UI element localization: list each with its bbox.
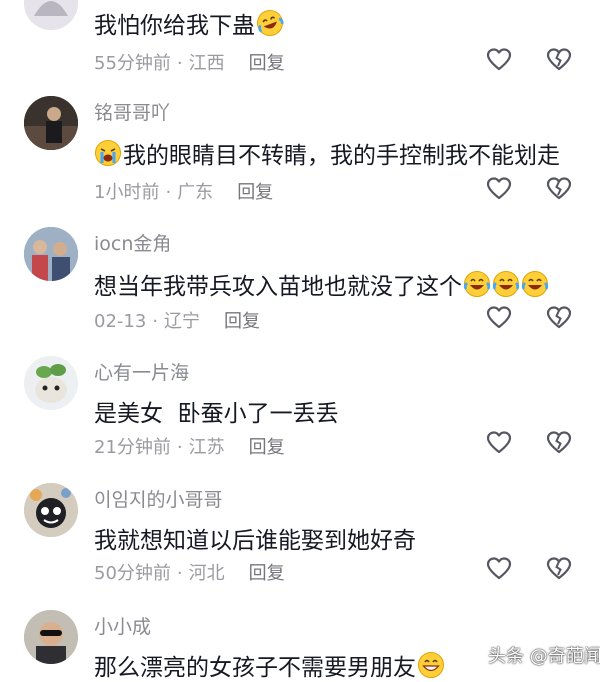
comment-text: 我怕你给我下蛊 — [94, 6, 284, 40]
reply-button[interactable]: 回复 — [224, 311, 260, 332]
comment-time: 1小时前 — [94, 182, 160, 203]
grinning-emoji-icon — [418, 652, 444, 678]
broken-heart-icon[interactable] — [546, 176, 572, 202]
laughing-crying-emoji-icon — [521, 271, 549, 297]
avatar[interactable] — [24, 483, 78, 537]
avatar[interactable] — [24, 0, 78, 30]
comment-item: 이임지的小哥哥 我就想知道以后谁能娶到她好奇 50分钟前 · 河北 回复 — [0, 483, 600, 603]
comment-time: 55分钟前 — [94, 53, 171, 74]
comment-meta: 02-13 · 辽宁 回复 — [94, 307, 260, 333]
separator-dot: · — [176, 563, 183, 584]
comment-meta: 21分钟前 · 江苏 回复 — [94, 433, 285, 459]
comment-text: 是美女 卧蚕小了一丢丢 — [94, 394, 339, 428]
heart-outline-icon[interactable] — [486, 430, 512, 456]
comment-location: 河北 — [188, 563, 225, 584]
comment-location: 江苏 — [188, 437, 225, 458]
comment-time: 02-13 — [94, 311, 147, 332]
avatar[interactable] — [24, 227, 78, 281]
avatar[interactable] — [24, 356, 78, 410]
comment-item: 铭哥哥吖 我的眼睛目不转睛，我的手控制我不能划走 1小时前 · 广东 回复 — [0, 96, 600, 216]
comment-text: 那么漂亮的女孩子不需要男朋友 — [94, 648, 445, 682]
comment-location: 广东 — [177, 182, 214, 203]
avatar[interactable] — [24, 610, 78, 664]
laughing-crying-emoji-icon — [492, 271, 520, 297]
heart-outline-icon[interactable] — [486, 176, 512, 202]
comment-time: 50分钟前 — [94, 563, 171, 584]
separator-dot: · — [176, 53, 183, 74]
separator-dot: · — [152, 311, 159, 332]
broken-heart-icon[interactable] — [546, 305, 572, 331]
heart-outline-icon[interactable] — [486, 556, 512, 582]
comment-time: 21分钟前 — [94, 437, 171, 458]
comment-location: 江西 — [188, 53, 225, 74]
comment-meta: 1小时前 · 广东 回复 — [94, 178, 273, 204]
separator-dot: · — [165, 182, 172, 203]
username[interactable]: 이임지的小哥哥 — [94, 485, 222, 512]
username[interactable]: iocn金角 — [94, 229, 171, 256]
comment-text-content: 是美女 卧蚕小了一丢丢 — [94, 401, 339, 427]
comment-item: iocn金角 想当年我带兵攻入苗地也就没了这个 02-13 · 辽宁 回复 — [0, 227, 600, 347]
comment-text-content: 想当年我带兵攻入苗地也就没了这个 — [94, 274, 462, 300]
laughing-crying-emoji-icon — [463, 271, 491, 297]
avatar[interactable] — [24, 96, 78, 150]
watermark: 头条 @奇葩闻 — [488, 646, 600, 667]
reply-button[interactable]: 回复 — [237, 182, 273, 203]
username[interactable]: 小小成 — [94, 612, 151, 639]
comment-meta: 55分钟前 · 江西 回复 — [94, 49, 285, 75]
comment-text: 我的眼睛目不转睛，我的手控制我不能划走 — [94, 136, 560, 170]
comment-item: 我怕你给我下蛊 55分钟前 · 江西 回复 — [0, 0, 600, 85]
broken-heart-icon[interactable] — [546, 430, 572, 456]
heart-outline-icon[interactable] — [486, 47, 512, 73]
username[interactable]: 心有一片海 — [94, 358, 189, 385]
comment-text-content: 我就想知道以后谁能娶到她好奇 — [94, 528, 416, 554]
username[interactable]: 铭哥哥吖 — [94, 98, 170, 125]
heart-outline-icon[interactable] — [486, 305, 512, 331]
laughing-crying-emoji-icon — [257, 10, 284, 36]
comment-text-content: 我的眼睛目不转睛，我的手控制我不能划走 — [123, 143, 560, 169]
broken-heart-icon[interactable] — [546, 556, 572, 582]
reply-button[interactable]: 回复 — [249, 437, 285, 458]
comment-item: 心有一片海 是美女 卧蚕小了一丢丢 21分钟前 · 江苏 回复 — [0, 356, 600, 476]
comment-location: 辽宁 — [164, 311, 201, 332]
separator-dot: · — [176, 437, 183, 458]
comment-text: 我就想知道以后谁能娶到她好奇 — [94, 521, 416, 555]
comment-text: 想当年我带兵攻入苗地也就没了这个 — [94, 267, 549, 301]
comment-meta: 50分钟前 · 河北 回复 — [94, 559, 285, 585]
reply-button[interactable]: 回复 — [249, 53, 285, 74]
comment-text-content: 我怕你给我下蛊 — [94, 13, 255, 39]
comment-text-content: 那么漂亮的女孩子不需要男朋友 — [94, 655, 416, 681]
reply-button[interactable]: 回复 — [249, 563, 285, 584]
crying-emoji-icon — [95, 140, 121, 166]
broken-heart-icon[interactable] — [546, 47, 572, 73]
